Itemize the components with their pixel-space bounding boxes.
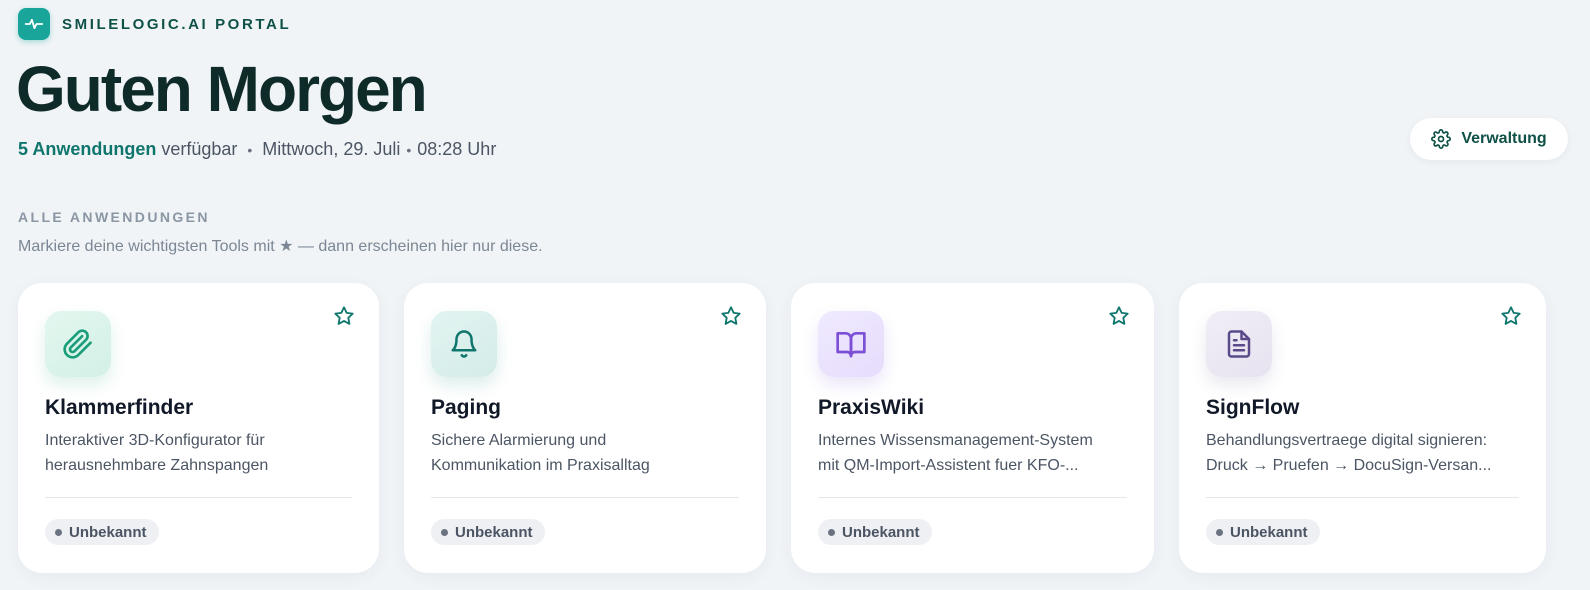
status-badge: Unbekannt <box>431 519 545 545</box>
favorite-star-button[interactable] <box>331 303 357 329</box>
current-time: 08:28 Uhr <box>417 139 497 159</box>
divider <box>45 497 352 498</box>
divider <box>818 497 1127 498</box>
page-title: Guten Morgen <box>16 53 428 125</box>
app-description: Interaktiver 3D-Konfigurator für herausn… <box>45 428 355 478</box>
status-dot-icon <box>828 528 835 536</box>
status-label: Unbekannt <box>1230 523 1308 541</box>
app-description: Behandlungsvertraege digital signieren: … <box>1206 428 1522 478</box>
status-label: Unbekannt <box>69 523 147 541</box>
status-badge: Unbekannt <box>1206 519 1320 545</box>
app-title: Paging <box>431 396 502 419</box>
brand: SMILELOGIC.AI PORTAL <box>18 8 291 40</box>
current-date: Mittwoch, 29. Juli <box>262 139 401 159</box>
app-description-line: herausnehmbare Zahnspangen <box>45 457 269 474</box>
divider <box>1206 497 1519 498</box>
status-dot-icon <box>1216 528 1223 536</box>
brand-name: SMILELOGIC.AI PORTAL <box>62 15 292 33</box>
status-dot-icon <box>55 528 62 536</box>
app-description-line: Druck → Pruefen → DocuSign-Versan... <box>1206 457 1492 474</box>
favorite-star-button[interactable] <box>718 303 744 329</box>
app-description-line: mit QM-Import-Assistent fuer KFO-... <box>818 457 1079 474</box>
greeting-part1: Guten <box>16 53 207 125</box>
pulse-icon <box>18 8 50 40</box>
favorite-star-button[interactable] <box>1106 303 1132 329</box>
app-count: 5 Anwendungen <box>18 139 157 159</box>
app-title: PraxisWiki <box>818 396 925 419</box>
app-card-signflow[interactable]: SignFlow Behandlungsvertraege digital si… <box>1179 283 1546 573</box>
divider <box>431 497 739 498</box>
available-label: verfügbar <box>161 139 238 159</box>
app-title: SignFlow <box>1206 396 1300 419</box>
status-badge: Unbekannt <box>45 519 159 545</box>
app-card-klammerfinder[interactable]: Klammerfinder Interaktiver 3D-Konfigurat… <box>18 283 379 573</box>
admin-button[interactable]: Verwaltung <box>1410 118 1568 160</box>
admin-button-label: Verwaltung <box>1461 130 1547 147</box>
status-label: Unbekannt <box>842 523 920 541</box>
app-description-line: Sichere Alarmierung und <box>431 432 607 449</box>
status-badge: Unbekannt <box>818 519 932 545</box>
document-icon <box>1206 311 1272 377</box>
app-title: Klammerfinder <box>45 396 194 419</box>
greeting-part2: Morgen <box>206 53 428 125</box>
separator-dot: • <box>406 141 412 158</box>
book-icon <box>818 311 884 377</box>
section-title: ALLE ANWENDUNGEN <box>18 209 210 225</box>
app-description-line: Kommunikation im Praxisalltag <box>431 457 650 474</box>
status-label: Unbekannt <box>455 523 533 541</box>
star-icon <box>1109 306 1129 325</box>
status-dot-icon <box>441 528 448 536</box>
app-description-line: Behandlungsvertraege digital signieren: <box>1206 432 1488 449</box>
separator-dot: • <box>247 141 253 158</box>
app-card-praxiswiki[interactable]: PraxisWiki Internes Wissensmanagement-Sy… <box>791 283 1154 573</box>
app-description-line: Internes Wissensmanagement-System <box>818 432 1093 449</box>
portal-page: SMILELOGIC.AI PORTAL Guten Morgen 5 Anwe… <box>0 0 1590 590</box>
gear-icon <box>1431 129 1452 149</box>
star-icon <box>1501 306 1521 325</box>
app-description-line: Interaktiver 3D-Konfigurator für <box>45 432 265 449</box>
app-description: Sichere Alarmierung und Kommunikation im… <box>431 428 742 478</box>
star-icon <box>721 306 741 325</box>
star-icon <box>334 306 354 325</box>
bell-icon <box>431 311 497 377</box>
favorite-star-button[interactable] <box>1498 303 1524 329</box>
app-card-paging[interactable]: Paging Sichere Alarmierung und Kommunika… <box>404 283 766 573</box>
app-description: Internes Wissensmanagement-System mit QM… <box>818 428 1130 478</box>
paperclip-icon <box>45 311 111 377</box>
section-hint: Markiere deine wichtigsten Tools mit ★ —… <box>18 238 543 255</box>
page-subtitle: 5 Anwendungen verfügbar • Mittwoch, 29. … <box>18 139 496 160</box>
